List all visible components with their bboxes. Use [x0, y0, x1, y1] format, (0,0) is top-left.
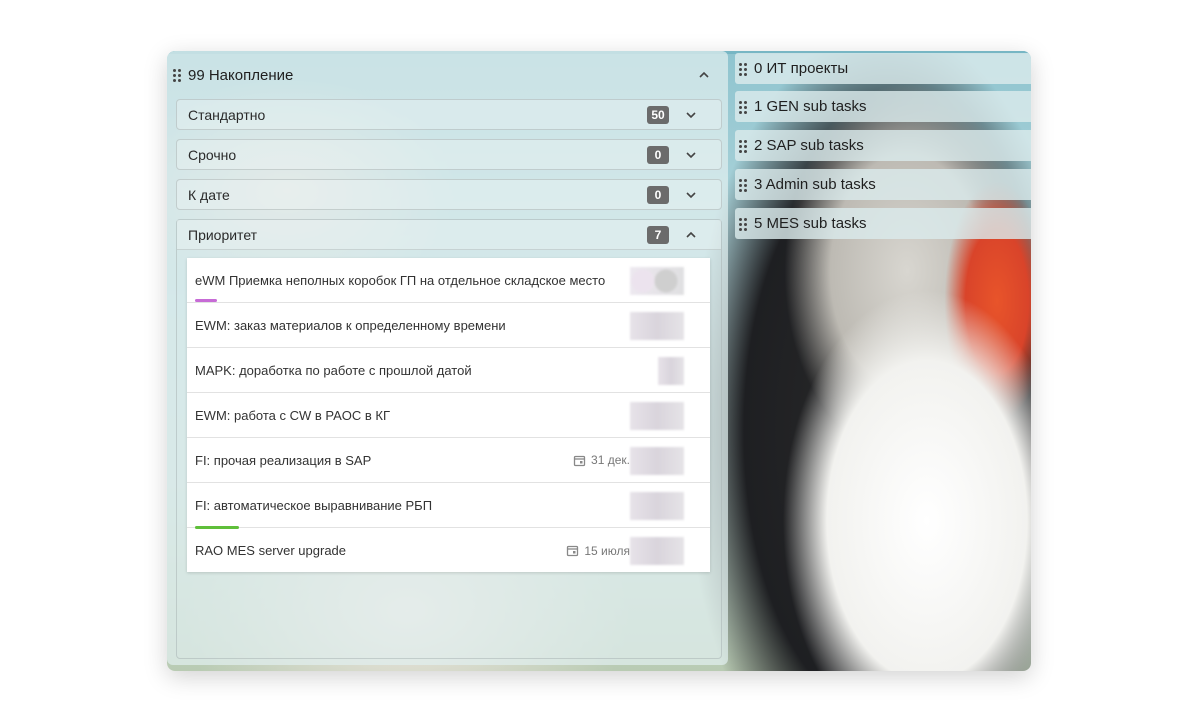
count-badge: 0	[647, 145, 669, 164]
column-title: 0 ИТ проекты	[754, 60, 849, 77]
count-badge: 7	[647, 225, 669, 244]
group-label: Стандартно	[188, 106, 266, 123]
drag-handle-icon[interactable]	[739, 139, 747, 153]
drag-handle-icon[interactable]	[739, 62, 747, 76]
column-sap-sub-tasks[interactable]: 2 SAP sub tasks	[735, 130, 1031, 161]
card-title: EWM: работа с CW в PAOC в КГ	[195, 407, 391, 423]
avatar	[630, 402, 684, 430]
avatar	[630, 537, 684, 565]
group-urgent[interactable]: Срочно 0	[176, 139, 722, 170]
drag-handle-icon[interactable]	[739, 100, 747, 114]
card-title: FI: автоматическое выравнивание РБП	[195, 497, 433, 513]
due-date: 31 дек.	[573, 453, 630, 467]
due-date-text: 15 июля	[584, 543, 630, 558]
column-title: 2 SAP sub tasks	[754, 137, 864, 154]
avatar	[658, 357, 684, 385]
column-title: 99 Накопление	[188, 66, 294, 84]
group-priority-header[interactable]: Приоритет 7	[177, 220, 721, 250]
card-title: FI: прочая реализация в SAP	[195, 452, 372, 468]
task-card[interactable]: EWM: заказ материалов к определенному вр…	[187, 303, 710, 348]
card-title: MAPK: доработка по работе с прошлой дато…	[195, 362, 472, 378]
due-date-text: 31 дек.	[591, 453, 630, 467]
task-card[interactable]: eWM Приемка неполных коробок ГП на отдел…	[187, 258, 710, 303]
group-standard[interactable]: Стандартно 50	[176, 99, 722, 130]
drag-handle-icon[interactable]	[739, 178, 747, 192]
column-header[interactable]: 99 Накопление	[173, 65, 712, 85]
column-gen-sub-tasks[interactable]: 1 GEN sub tasks	[735, 91, 1031, 122]
task-card[interactable]: FI: прочая реализация в SAP 31 дек.	[187, 438, 710, 483]
chevron-down-icon[interactable]	[683, 187, 699, 203]
column-it-projects[interactable]: 0 ИТ проекты	[735, 53, 1031, 84]
avatar	[630, 447, 684, 475]
avatar	[630, 312, 684, 340]
group-label: Срочно	[188, 146, 237, 163]
count-badge: 50	[647, 105, 669, 124]
task-card[interactable]: EWM: работа с CW в PAOC в КГ	[187, 393, 710, 438]
progress-bar	[195, 299, 217, 302]
chevron-up-icon[interactable]	[696, 67, 712, 83]
drag-handle-icon[interactable]	[739, 217, 747, 231]
task-card[interactable]: MAPK: доработка по работе с прошлой дато…	[187, 348, 710, 393]
column-nakoplenie: 99 Накопление Стандартно 50 Срочно 0 К д…	[167, 51, 728, 665]
card-list: eWM Приемка неполных коробок ГП на отдел…	[187, 258, 710, 572]
count-badge: 0	[647, 185, 669, 204]
due-date: 15 июля	[566, 544, 630, 558]
avatar	[630, 267, 684, 295]
column-admin-sub-tasks[interactable]: 3 Admin sub tasks	[735, 169, 1031, 200]
avatar	[630, 492, 684, 520]
group-label: К дате	[188, 186, 230, 203]
chevron-up-icon[interactable]	[683, 227, 699, 243]
group-by-date[interactable]: К дате 0	[176, 179, 722, 210]
task-card[interactable]: FI: автоматическое выравнивание РБП	[187, 483, 710, 529]
task-card[interactable]: RAO MES server upgrade 15 июля	[187, 528, 710, 573]
card-title: EWM: заказ материалов к определенному вр…	[195, 317, 506, 333]
column-title: 1 GEN sub tasks	[754, 98, 867, 115]
chevron-down-icon[interactable]	[683, 147, 699, 163]
calendar-icon	[567, 545, 579, 557]
calendar-icon	[573, 455, 586, 466]
chevron-down-icon[interactable]	[683, 107, 699, 123]
group-label: Приоритет	[188, 226, 258, 243]
card-title: RAO MES server upgrade	[195, 543, 347, 558]
drag-handle-icon[interactable]	[173, 69, 181, 82]
card-title: eWM Приемка неполных коробок ГП на отдел…	[195, 272, 606, 288]
column-title: 5 MES sub tasks	[754, 215, 867, 232]
kanban-board: 99 Накопление Стандартно 50 Срочно 0 К д…	[167, 51, 1031, 671]
column-mes-sub-tasks[interactable]: 5 MES sub tasks	[735, 208, 1031, 239]
column-title: 3 Admin sub tasks	[754, 176, 876, 193]
